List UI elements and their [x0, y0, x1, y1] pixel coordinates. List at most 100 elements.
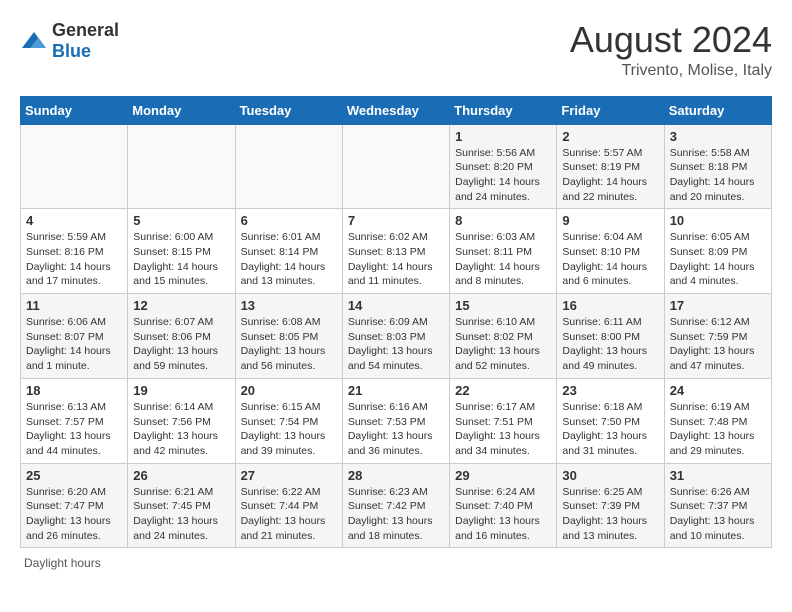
- cell-date: 3: [670, 129, 766, 144]
- week-row-1: 1Sunrise: 5:56 AM Sunset: 8:20 PM Daylig…: [21, 124, 772, 209]
- cell-date: 1: [455, 129, 551, 144]
- cell-date: 17: [670, 298, 766, 313]
- calendar-cell: 31 Sunrise: 6:26 AM Sunset: 7:37 PM Dayli…: [664, 463, 771, 548]
- calendar-cell: 6 Sunrise: 6:01 AM Sunset: 8:14 PM Daylig…: [235, 209, 342, 294]
- cell-info: Sunrise: 6:15 AM Sunset: 7:54 PM Dayligh…: [241, 400, 337, 459]
- cell-date: 28: [348, 468, 444, 483]
- cell-info: Sunrise: 6:03 AM Sunset: 8:11 PM Dayligh…: [455, 230, 551, 289]
- title-area: August 2024 Trivento, Molise, Italy: [570, 20, 772, 80]
- calendar-cell: 29 Sunrise: 6:24 AM Sunset: 7:40 PM Dayli…: [450, 463, 557, 548]
- week-row-5: 25 Sunrise: 6:20 AM Sunset: 7:47 PM Dayli…: [21, 463, 772, 548]
- cell-date: 8: [455, 213, 551, 228]
- logo-general-text: General: [52, 20, 119, 40]
- cell-date: 27: [241, 468, 337, 483]
- calendar-cell: 16 Sunrise: 6:11 AM Sunset: 8:00 PM Dayli…: [557, 294, 664, 379]
- calendar-cell: 27 Sunrise: 6:22 AM Sunset: 7:44 PM Dayli…: [235, 463, 342, 548]
- cell-date: 4: [26, 213, 122, 228]
- cell-info: Sunrise: 6:02 AM Sunset: 8:13 PM Dayligh…: [348, 230, 444, 289]
- cell-date: 11: [26, 298, 122, 313]
- cell-date: 5: [133, 213, 229, 228]
- cell-info: Sunrise: 6:26 AM Sunset: 7:37 PM Dayligh…: [670, 485, 766, 544]
- cell-info: Sunrise: 5:59 AM Sunset: 8:16 PM Dayligh…: [26, 230, 122, 289]
- calendar-cell: 24 Sunrise: 6:19 AM Sunset: 7:48 PM Dayli…: [664, 378, 771, 463]
- calendar-cell: 7 Sunrise: 6:02 AM Sunset: 8:13 PM Daylig…: [342, 209, 449, 294]
- calendar-cell: 21 Sunrise: 6:16 AM Sunset: 7:53 PM Dayli…: [342, 378, 449, 463]
- header-row: SundayMondayTuesdayWednesdayThursdayFrid…: [21, 96, 772, 124]
- calendar-cell: 14 Sunrise: 6:09 AM Sunset: 8:03 PM Dayli…: [342, 294, 449, 379]
- calendar-cell: 3Sunrise: 5:58 AM Sunset: 8:18 PM Daylig…: [664, 124, 771, 209]
- cell-info: Sunrise: 5:57 AM Sunset: 8:19 PM Dayligh…: [562, 146, 658, 205]
- cell-info: Sunrise: 6:24 AM Sunset: 7:40 PM Dayligh…: [455, 485, 551, 544]
- cell-date: 16: [562, 298, 658, 313]
- cell-info: Sunrise: 6:00 AM Sunset: 8:15 PM Dayligh…: [133, 230, 229, 289]
- calendar-cell: 25 Sunrise: 6:20 AM Sunset: 7:47 PM Dayli…: [21, 463, 128, 548]
- logo: General Blue: [20, 20, 119, 62]
- cell-date: 6: [241, 213, 337, 228]
- calendar-cell: 28Sunrise: 6:23 AM Sunset: 7:42 PM Dayli…: [342, 463, 449, 548]
- cell-info: Sunrise: 6:18 AM Sunset: 7:50 PM Dayligh…: [562, 400, 658, 459]
- cell-info: Sunrise: 6:14 AM Sunset: 7:56 PM Dayligh…: [133, 400, 229, 459]
- header-day-sunday: Sunday: [21, 96, 128, 124]
- cell-info: Sunrise: 6:22 AM Sunset: 7:44 PM Dayligh…: [241, 485, 337, 544]
- cell-date: 14: [348, 298, 444, 313]
- header-day-tuesday: Tuesday: [235, 96, 342, 124]
- calendar-cell: 23 Sunrise: 6:18 AM Sunset: 7:50 PM Dayli…: [557, 378, 664, 463]
- calendar-cell: 30 Sunrise: 6:25 AM Sunset: 7:39 PM Dayli…: [557, 463, 664, 548]
- cell-date: 9: [562, 213, 658, 228]
- cell-date: 31: [670, 468, 766, 483]
- cell-date: 22: [455, 383, 551, 398]
- cell-info: Sunrise: 6:04 AM Sunset: 8:10 PM Dayligh…: [562, 230, 658, 289]
- cell-info: Sunrise: 6:19 AM Sunset: 7:48 PM Dayligh…: [670, 400, 766, 459]
- cell-info: Sunrise: 6:21 AM Sunset: 7:45 PM Dayligh…: [133, 485, 229, 544]
- calendar-cell: 17Sunrise: 6:12 AM Sunset: 7:59 PM Dayli…: [664, 294, 771, 379]
- calendar-cell: 10Sunrise: 6:05 AM Sunset: 8:09 PM Dayli…: [664, 209, 771, 294]
- calendar-cell: 26 Sunrise: 6:21 AM Sunset: 7:45 PM Dayli…: [128, 463, 235, 548]
- cell-info: Sunrise: 6:05 AM Sunset: 8:09 PM Dayligh…: [670, 230, 766, 289]
- cell-date: 2: [562, 129, 658, 144]
- month-title: August 2024: [570, 20, 772, 60]
- calendar-cell: [342, 124, 449, 209]
- header-day-friday: Friday: [557, 96, 664, 124]
- calendar-cell: 20 Sunrise: 6:15 AM Sunset: 7:54 PM Dayli…: [235, 378, 342, 463]
- calendar-cell: 2 Sunrise: 5:57 AM Sunset: 8:19 PM Daylig…: [557, 124, 664, 209]
- calendar-cell: 5 Sunrise: 6:00 AM Sunset: 8:15 PM Daylig…: [128, 209, 235, 294]
- cell-info: Sunrise: 6:20 AM Sunset: 7:47 PM Dayligh…: [26, 485, 122, 544]
- cell-info: Sunrise: 6:09 AM Sunset: 8:03 PM Dayligh…: [348, 315, 444, 374]
- cell-info: Sunrise: 6:08 AM Sunset: 8:05 PM Dayligh…: [241, 315, 337, 374]
- cell-info: Sunrise: 6:10 AM Sunset: 8:02 PM Dayligh…: [455, 315, 551, 374]
- cell-date: 20: [241, 383, 337, 398]
- header-day-thursday: Thursday: [450, 96, 557, 124]
- cell-info: Sunrise: 6:16 AM Sunset: 7:53 PM Dayligh…: [348, 400, 444, 459]
- cell-date: 13: [241, 298, 337, 313]
- daylight-label: Daylight hours: [24, 556, 101, 570]
- logo-blue-text: Blue: [52, 41, 91, 61]
- calendar-cell: 19Sunrise: 6:14 AM Sunset: 7:56 PM Dayli…: [128, 378, 235, 463]
- cell-info: Sunrise: 6:25 AM Sunset: 7:39 PM Dayligh…: [562, 485, 658, 544]
- location-title: Trivento, Molise, Italy: [570, 62, 772, 80]
- week-row-3: 11Sunrise: 6:06 AM Sunset: 8:07 PM Dayli…: [21, 294, 772, 379]
- calendar-cell: 9 Sunrise: 6:04 AM Sunset: 8:10 PM Daylig…: [557, 209, 664, 294]
- cell-date: 29: [455, 468, 551, 483]
- cell-date: 18: [26, 383, 122, 398]
- calendar-body: 1Sunrise: 5:56 AM Sunset: 8:20 PM Daylig…: [21, 124, 772, 548]
- cell-date: 30: [562, 468, 658, 483]
- cell-info: Sunrise: 6:11 AM Sunset: 8:00 PM Dayligh…: [562, 315, 658, 374]
- cell-info: Sunrise: 6:13 AM Sunset: 7:57 PM Dayligh…: [26, 400, 122, 459]
- calendar-cell: 12Sunrise: 6:07 AM Sunset: 8:06 PM Dayli…: [128, 294, 235, 379]
- calendar-header: SundayMondayTuesdayWednesdayThursdayFrid…: [21, 96, 772, 124]
- calendar-cell: [21, 124, 128, 209]
- footer-note: Daylight hours: [20, 556, 772, 570]
- week-row-4: 18 Sunrise: 6:13 AM Sunset: 7:57 PM Dayli…: [21, 378, 772, 463]
- cell-date: 23: [562, 383, 658, 398]
- week-row-2: 4 Sunrise: 5:59 AM Sunset: 8:16 PM Daylig…: [21, 209, 772, 294]
- cell-info: Sunrise: 6:01 AM Sunset: 8:14 PM Dayligh…: [241, 230, 337, 289]
- cell-date: 24: [670, 383, 766, 398]
- cell-date: 26: [133, 468, 229, 483]
- cell-date: 15: [455, 298, 551, 313]
- cell-date: 25: [26, 468, 122, 483]
- cell-date: 7: [348, 213, 444, 228]
- calendar-cell: 15 Sunrise: 6:10 AM Sunset: 8:02 PM Dayli…: [450, 294, 557, 379]
- cell-date: 21: [348, 383, 444, 398]
- cell-info: Sunrise: 6:07 AM Sunset: 8:06 PM Dayligh…: [133, 315, 229, 374]
- calendar-cell: 18 Sunrise: 6:13 AM Sunset: 7:57 PM Dayli…: [21, 378, 128, 463]
